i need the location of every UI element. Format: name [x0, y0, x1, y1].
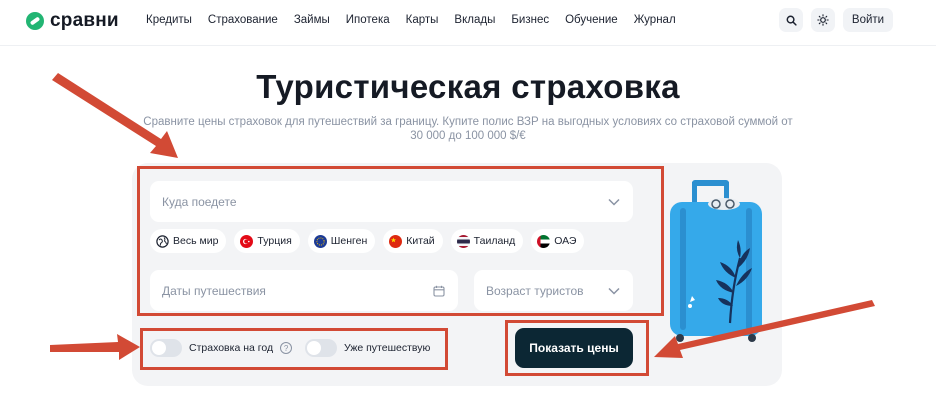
nav-item-deposits[interactable]: Вклады [454, 14, 495, 26]
show-prices-button[interactable]: Показать цены [515, 328, 633, 368]
globe-icon [156, 234, 169, 248]
page-title: Туристическая страховка [256, 68, 680, 105]
arrow-bottom-left [50, 334, 140, 360]
chevron-down-icon [607, 195, 621, 209]
chip-label: Шенген [330, 235, 368, 247]
already-traveling-option: Уже путешествую [305, 339, 430, 357]
page: сравни Кредиты Страхование Займы Ипотека… [0, 0, 936, 402]
flag-turkey-icon [240, 234, 254, 248]
nav-item-mortgage[interactable]: Ипотека [346, 14, 390, 26]
annual-insurance-toggle[interactable] [150, 339, 182, 357]
dates-placeholder: Даты путешествия [162, 283, 266, 298]
chip-turkey[interactable]: Турция [234, 229, 300, 253]
destination-select[interactable]: Куда поедете [150, 181, 633, 222]
already-traveling-toggle[interactable] [305, 339, 337, 357]
flag-eu-icon [313, 234, 327, 248]
nav-item-cards[interactable]: Карты [406, 14, 439, 26]
calendar-icon [432, 284, 446, 298]
flag-uae-icon [537, 234, 551, 248]
nav-item-loans[interactable]: Займы [294, 14, 330, 26]
suitcase-illustration [670, 180, 762, 342]
chip-label: Весь мир [173, 235, 219, 247]
search-button[interactable] [779, 8, 803, 32]
annual-insurance-option: Страховка на год ? [150, 339, 293, 357]
logo-text: сравни [50, 10, 119, 31]
flag-thailand-icon [456, 234, 470, 248]
logo[interactable]: сравни [26, 10, 119, 32]
chip-label: Турция [257, 235, 292, 247]
nav-item-education[interactable]: Обучение [565, 14, 618, 26]
flag-china-icon [389, 234, 403, 248]
chip-whole-world[interactable]: Весь мир [150, 229, 227, 253]
page-subtitle: Сравните цены страховок для путешествий … [143, 116, 793, 142]
nav-item-journal[interactable]: Журнал [634, 14, 676, 26]
age-placeholder: Возраст туристов [486, 283, 584, 298]
nav-item-credits[interactable]: Кредиты [146, 14, 192, 26]
login-button[interactable]: Войти [843, 8, 893, 32]
sun-icon [817, 14, 829, 26]
chip-label: Таиланд [473, 235, 516, 247]
nav-item-business[interactable]: Бизнес [511, 14, 549, 26]
destination-placeholder: Куда поедете [162, 194, 237, 209]
chip-uae[interactable]: ОАЭ [531, 229, 585, 253]
help-icon[interactable]: ? [280, 342, 293, 354]
already-traveling-label: Уже путешествую [344, 342, 431, 354]
main-nav: Кредиты Страхование Займы Ипотека Карты … [146, 14, 676, 26]
logo-icon [26, 12, 44, 30]
annual-insurance-label: Страховка на год [189, 342, 274, 354]
destination-chips: Весь мир Турция Шенген Китай Таиланд ОАЭ [150, 229, 585, 253]
search-icon [786, 15, 797, 26]
chevron-down-icon [607, 284, 621, 298]
chip-label: ОАЭ [554, 235, 577, 247]
travel-dates-field[interactable]: Даты путешествия [150, 270, 458, 311]
traveler-age-select[interactable]: Возраст туристов [474, 270, 633, 311]
theme-toggle-button[interactable] [811, 8, 835, 32]
chip-china[interactable]: Китай [383, 229, 443, 253]
chip-thailand[interactable]: Таиланд [450, 229, 524, 253]
chip-label: Китай [406, 235, 435, 247]
chip-schengen[interactable]: Шенген [307, 229, 376, 253]
nav-item-insurance[interactable]: Страхование [208, 14, 278, 26]
top-header: сравни Кредиты Страхование Займы Ипотека… [0, 0, 936, 46]
